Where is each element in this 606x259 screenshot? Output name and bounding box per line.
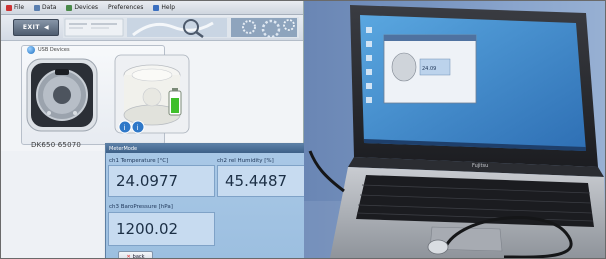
device-name-label: DK650 65070 <box>31 141 82 149</box>
svg-text:i: i <box>124 124 126 132</box>
channel2-label: ch2 rel Humidity [%] <box>217 158 274 164</box>
channel1-value: 24.0977 <box>108 165 215 197</box>
exit-button[interactable]: EXIT ◀ <box>13 19 59 36</box>
laptop-screen-readout: 24.09 <box>422 66 436 72</box>
composite-image: File Data Devices Preferences Help EXIT … <box>0 0 606 259</box>
exit-button-label: EXIT <box>22 24 40 31</box>
toolbar-banner-graphic <box>63 17 299 38</box>
laptop-illustration: 24.09 Fujitsu <box>304 5 605 258</box>
help-icon <box>153 4 160 11</box>
devices-icon <box>66 4 73 11</box>
menu-devices[interactable]: Devices <box>61 1 103 14</box>
metermode-titlebar: MeterMode × <box>106 144 328 153</box>
channel1-label: ch1 Temperature [°C] <box>109 158 169 164</box>
menu-file[interactable]: File <box>1 1 29 14</box>
menu-help-label: Help <box>161 4 176 11</box>
menu-file-label: File <box>14 4 25 11</box>
menu-data[interactable]: Data <box>29 1 61 14</box>
close-x-icon: ✕ <box>126 253 131 259</box>
channel3-value: 1200.02 <box>108 212 215 246</box>
svg-text:i: i <box>137 124 139 132</box>
menu-data-label: Data <box>42 4 57 11</box>
channel3-label: ch3 BaroPressure [hPa] <box>109 204 173 210</box>
laptop-brand-label: Fujitsu <box>472 163 488 169</box>
file-icon <box>6 4 12 11</box>
menu-help[interactable]: Help <box>148 1 180 14</box>
arrow-left-icon: ◀ <box>43 24 50 31</box>
data-icon <box>34 4 41 11</box>
laptop-photo: 24.09 Fujitsu <box>304 1 605 258</box>
menu-preferences-label: Preferences <box>108 4 144 11</box>
back-button-label: back <box>132 253 145 259</box>
menu-bar: File Data Devices Preferences Help <box>1 1 303 15</box>
device-white-logger-image[interactable]: i i <box>113 53 191 137</box>
back-button[interactable]: ✕ back <box>118 251 153 259</box>
menu-devices-label: Devices <box>74 4 99 11</box>
toolbar: EXIT ◀ <box>1 15 303 41</box>
metermode-title: MeterMode <box>109 145 138 152</box>
device-dk650-image[interactable] <box>23 53 101 137</box>
menu-preferences[interactable]: Preferences <box>103 1 148 14</box>
